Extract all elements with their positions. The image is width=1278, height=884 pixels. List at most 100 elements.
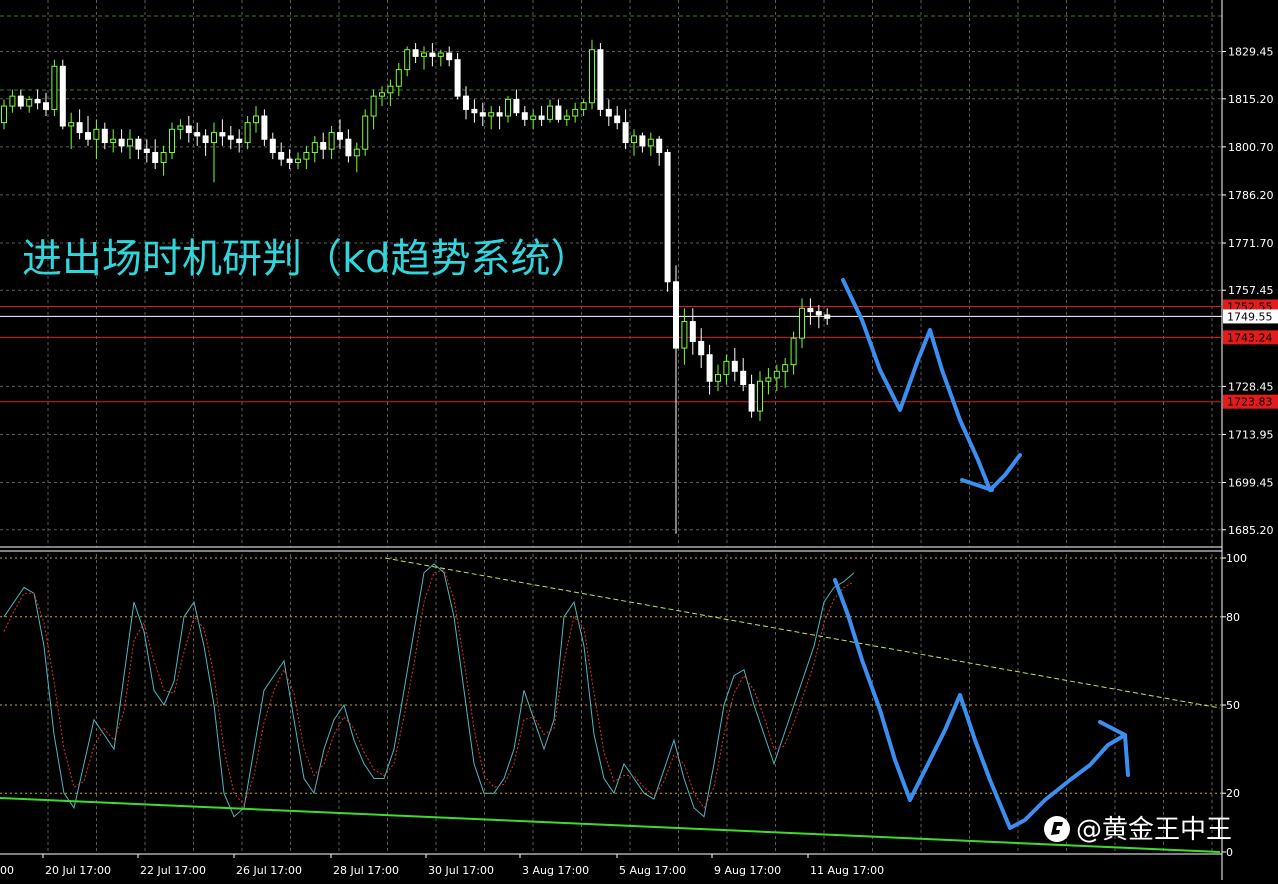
candle-body bbox=[320, 142, 327, 150]
candle-body bbox=[395, 69, 402, 87]
candle-body bbox=[345, 138, 352, 157]
y-tick-label: 1713.95 bbox=[1228, 428, 1274, 441]
candle-body bbox=[723, 360, 730, 376]
y-tick-label: 1771.70 bbox=[1228, 237, 1274, 250]
candle-body bbox=[295, 158, 301, 163]
candle-body bbox=[689, 321, 696, 342]
chart-canvas: 1752.551749.551743.241723.83 1829.451815… bbox=[0, 0, 1278, 880]
x-tick-label: 9 Aug 17:00 bbox=[714, 864, 781, 877]
candle-body bbox=[505, 98, 511, 117]
candle-body bbox=[1, 105, 7, 124]
candle-body bbox=[362, 115, 369, 150]
candle-body bbox=[815, 311, 822, 316]
candle-body bbox=[521, 112, 528, 120]
candle-body bbox=[370, 95, 377, 117]
candle-body bbox=[446, 52, 453, 61]
candle-body bbox=[740, 370, 747, 386]
candle-body bbox=[496, 112, 503, 117]
candle-body bbox=[236, 138, 243, 144]
x-tick-label: 11 Aug 17:00 bbox=[810, 864, 884, 877]
candle-body bbox=[765, 377, 772, 382]
candle-body bbox=[227, 135, 234, 140]
candle-body bbox=[547, 105, 553, 120]
candle-body bbox=[93, 128, 100, 140]
overlay-title: 进出场时机研判（kd趋势系统） bbox=[22, 236, 591, 282]
candle-body bbox=[17, 95, 24, 107]
candle-body bbox=[110, 138, 117, 144]
x-tick-label: 30 Jul 17:00 bbox=[428, 864, 494, 877]
candle-body bbox=[353, 148, 360, 157]
candle-body bbox=[68, 122, 75, 127]
candle-body bbox=[513, 98, 520, 114]
candle-body bbox=[731, 360, 738, 372]
watermark-text: @黄金王中王 bbox=[1076, 815, 1232, 845]
price-level-label: 1749.55 bbox=[1227, 310, 1273, 323]
candle-body bbox=[681, 321, 688, 349]
candle-body bbox=[261, 115, 268, 140]
candle-body bbox=[337, 132, 343, 140]
toutiao-logo-icon bbox=[1044, 816, 1070, 842]
x-tick-label: 26 Jul 17:00 bbox=[236, 864, 302, 877]
candle-body bbox=[807, 307, 814, 313]
y-tick-label: 100 bbox=[1226, 552, 1247, 565]
candle-body bbox=[757, 380, 763, 412]
candle-body bbox=[59, 65, 66, 127]
candle-body bbox=[169, 128, 175, 153]
candle-body bbox=[463, 95, 469, 110]
candle-body bbox=[656, 138, 663, 153]
candle-body bbox=[605, 108, 612, 117]
y-tick-label: 1685.20 bbox=[1228, 524, 1274, 537]
x-tick-label: 00 bbox=[0, 864, 14, 877]
candle-body bbox=[479, 112, 486, 117]
candle-body bbox=[379, 92, 385, 97]
candle-body bbox=[639, 135, 646, 147]
candle-body bbox=[101, 128, 108, 144]
y-tick-label: 50 bbox=[1226, 699, 1240, 712]
y-tick-label: 1757.45 bbox=[1228, 284, 1274, 297]
candle-body bbox=[471, 108, 478, 114]
candle-body bbox=[34, 98, 41, 104]
y-tick-label: 0 bbox=[1226, 846, 1233, 859]
candle-body bbox=[773, 370, 780, 379]
candle-body bbox=[219, 132, 226, 137]
y-tick-label: 1699.45 bbox=[1228, 477, 1274, 490]
candle-body bbox=[580, 102, 587, 110]
candle-body bbox=[127, 138, 133, 147]
candle-body bbox=[303, 151, 310, 160]
candle-body bbox=[76, 122, 83, 134]
candle-body bbox=[185, 125, 192, 134]
candle-body bbox=[706, 354, 713, 382]
x-tick-label: 5 Aug 17:00 bbox=[619, 864, 686, 877]
y-tick-label: 20 bbox=[1226, 787, 1240, 800]
y-tick-label: 80 bbox=[1226, 611, 1240, 624]
candle-body bbox=[269, 138, 276, 153]
candle-body bbox=[421, 52, 427, 57]
candle-body bbox=[143, 148, 150, 153]
candle-body bbox=[589, 49, 595, 104]
chart-stage: 1752.55 1749.55 1743.24 1723.83 1829.45 1815… bbox=[0, 0, 1278, 880]
candle-body bbox=[244, 122, 251, 144]
candle-body bbox=[824, 314, 831, 319]
candle-body bbox=[530, 115, 537, 120]
candle-body bbox=[286, 158, 293, 163]
candle-body bbox=[790, 337, 797, 366]
price-level-label: 1723.83 bbox=[1227, 396, 1273, 409]
candle-body bbox=[647, 138, 654, 147]
candle-body bbox=[698, 340, 705, 356]
candle-body bbox=[387, 85, 394, 94]
candle-body bbox=[412, 49, 419, 57]
price-level-label: 1743.24 bbox=[1227, 331, 1273, 344]
candle-body bbox=[715, 374, 721, 382]
candle-body bbox=[253, 115, 259, 124]
y-tick-label: 1786.20 bbox=[1228, 189, 1274, 202]
candle-body bbox=[799, 307, 805, 339]
candle-body bbox=[622, 122, 629, 144]
candle-body bbox=[152, 151, 159, 163]
x-tick-label: 3 Aug 17:00 bbox=[522, 864, 589, 877]
x-tick-label: 22 Jul 17:00 bbox=[140, 864, 206, 877]
candle-body bbox=[782, 364, 789, 372]
candle-body bbox=[488, 112, 495, 117]
candle-body bbox=[135, 138, 142, 150]
candle-body bbox=[538, 115, 545, 120]
candle-body bbox=[9, 95, 16, 107]
